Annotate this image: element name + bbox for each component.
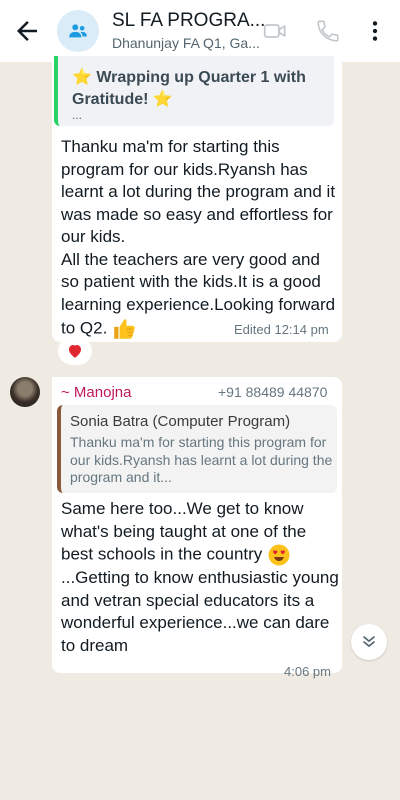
sender-avatar[interactable] (10, 377, 40, 407)
quoted-text: ⭐ Wrapping up Quarter 1 with Gratitude! … (72, 69, 306, 108)
chevron-double-down-icon (363, 636, 375, 647)
group-avatar[interactable] (57, 10, 99, 52)
voice-call-icon[interactable] (315, 18, 341, 44)
quoted-message[interactable]: Sonia Batra (Computer Program) Thanku ma… (57, 405, 337, 493)
arrow-left-icon[interactable] (12, 16, 42, 46)
heart-icon (69, 345, 81, 358)
thumbs-up-icon (114, 319, 135, 339)
reaction-badge[interactable] (58, 337, 92, 365)
message-timestamp: Edited 12:14 pm (234, 322, 329, 337)
sender-phone: +91 88489 44870 (218, 384, 328, 400)
message-text-content: Thanku ma'm for starting this program fo… (61, 137, 336, 338)
group-icon (69, 24, 87, 38)
quoted-author: Sonia Batra (Computer Program) (70, 413, 291, 430)
quoted-text: Thanku ma'm for starting this program fo… (70, 434, 333, 485)
scroll-to-bottom-button[interactable] (351, 624, 387, 660)
message-timestamp: 4:06 pm (284, 664, 331, 679)
video-call-icon[interactable] (262, 18, 288, 44)
quoted-ellipsis: ... (72, 108, 83, 122)
sender-name[interactable]: ~ Manojna (61, 384, 131, 401)
message-text[interactable]: Thanku ma'm for starting this program fo… (61, 136, 336, 342)
chat-header: SL FA PROGRA... Dhanunjay FA Q1, Ga... (0, 0, 400, 62)
message-text-part: ...Getting to know enthusiastic young an… (61, 568, 339, 655)
chat-title[interactable]: SL FA PROGRA... (112, 10, 265, 32)
chat-subtitle[interactable]: Dhanunjay FA Q1, Ga... (112, 35, 260, 51)
more-vert-icon[interactable] (362, 18, 388, 44)
message-text[interactable]: Same here too...We get to know what's be… (61, 498, 341, 657)
quoted-message[interactable]: ⭐ Wrapping up Quarter 1 with Gratitude! … (54, 56, 334, 126)
heart-eyes-emoji-icon (268, 544, 290, 566)
